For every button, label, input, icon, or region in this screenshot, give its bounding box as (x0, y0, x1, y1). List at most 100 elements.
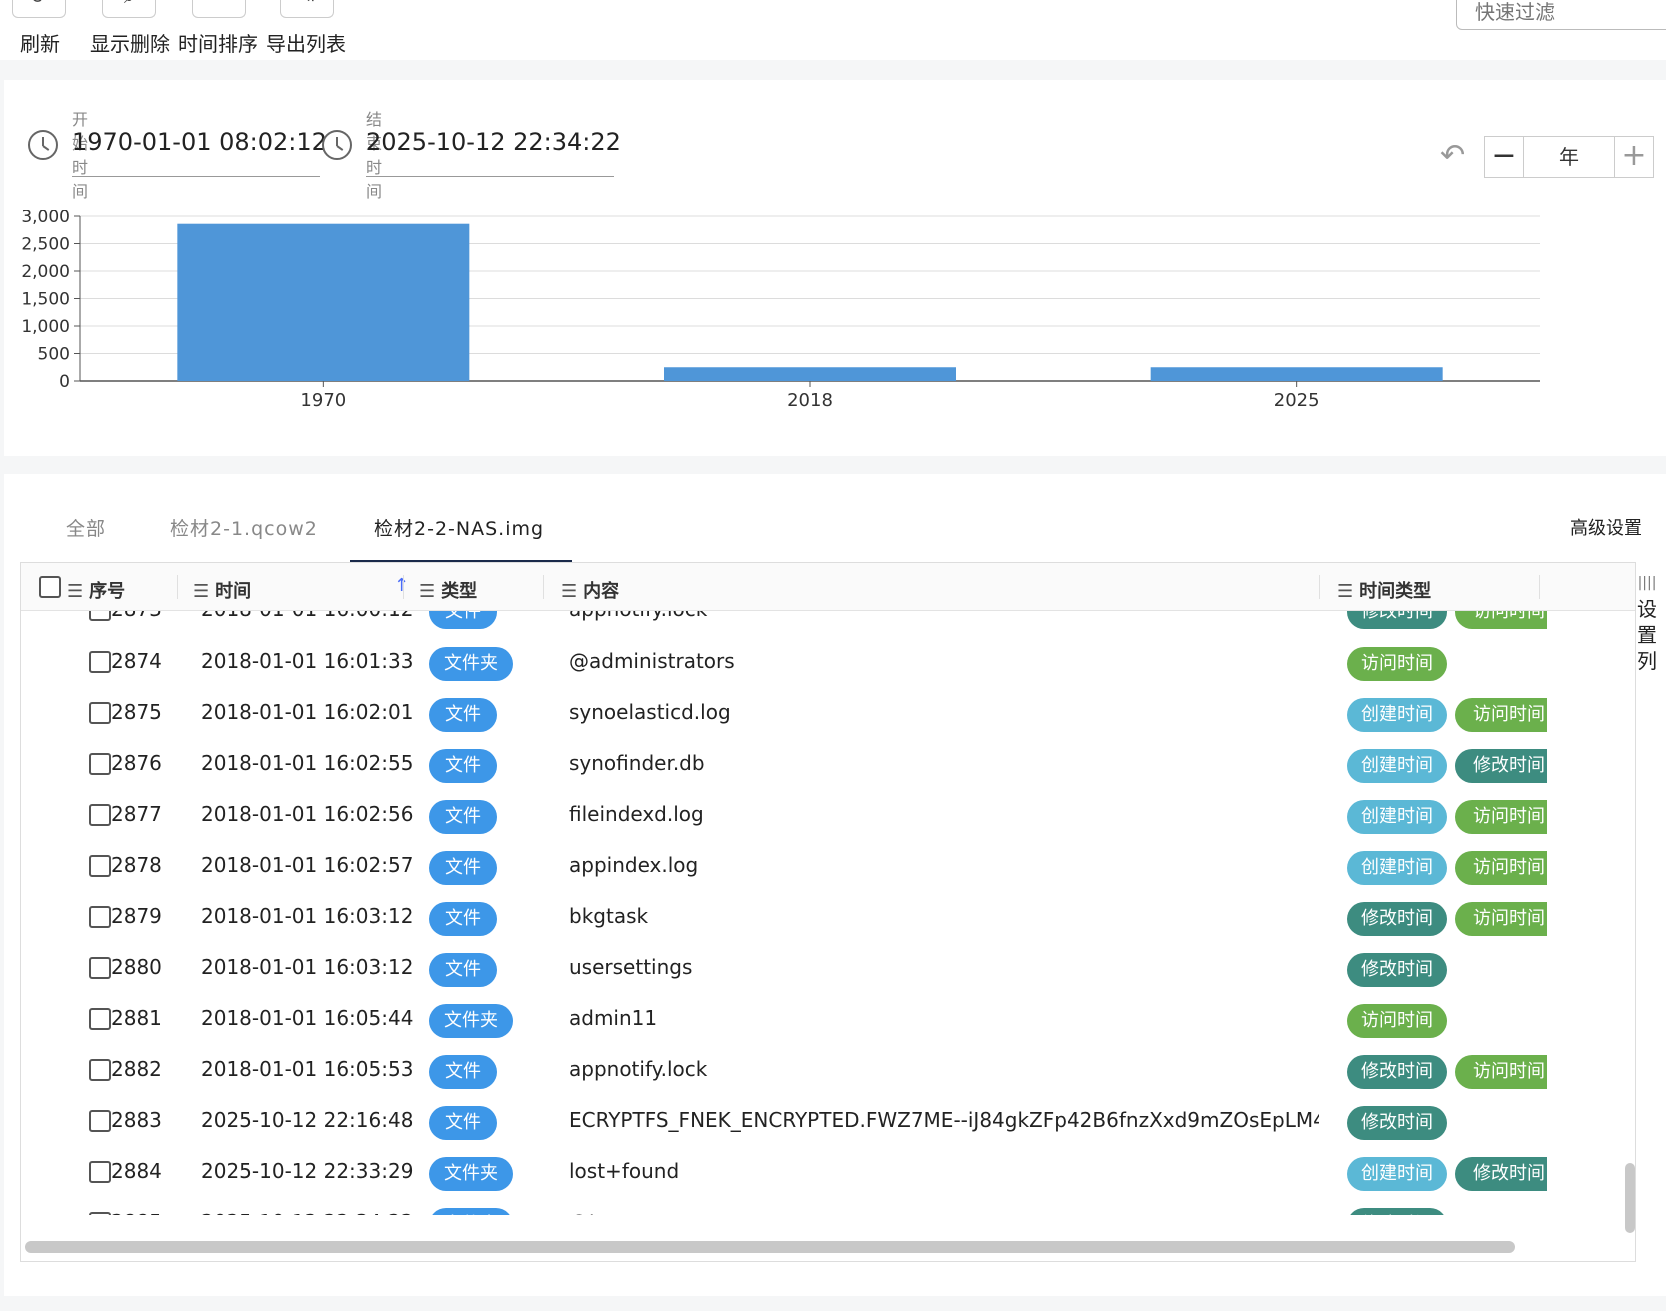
cell-index: 2885 (111, 1210, 162, 1215)
time-type-badge: 修改时间 (1347, 902, 1447, 936)
results-table: ☰序号 ☰时间 ↑ ☰类型 ☰内容 ☰时间类型 2873 2018-01-01 1… (20, 562, 1636, 1262)
columns-icon: |||| (1637, 575, 1657, 591)
row-checkbox[interactable] (89, 1008, 111, 1030)
row-checkbox[interactable] (89, 906, 111, 928)
horizontal-scrollbar[interactable] (25, 1241, 1515, 1253)
end-time-underline (366, 176, 614, 177)
cell-content: appnotify.lock (569, 1057, 708, 1081)
cell-content: admin11 (569, 1006, 658, 1030)
time-type-badge: 访问时间 (1347, 647, 1447, 681)
col-index[interactable]: ☰ 序号 (67, 577, 125, 603)
table-row[interactable]: 2876 2018-01-01 16:02:55 文件 synofinder.db 创建… (25, 737, 1621, 791)
col-time[interactable]: ☰ 时间 (193, 577, 251, 603)
row-checkbox[interactable] (89, 753, 111, 775)
time-type-badge: 修改时间 (1347, 953, 1447, 987)
type-badge: 文件 (429, 749, 497, 783)
time-type-badge: 修改时间 (1347, 1055, 1447, 1089)
table-row[interactable]: 2874 2018-01-01 16:01:33 文件夹 @administrator… (25, 635, 1621, 689)
type-badge: 文件 (429, 851, 497, 885)
table-row[interactable]: 2880 2018-01-01 16:03:12 文件 usersettings 修改时… (25, 941, 1621, 995)
cell-content: synofinder.db (569, 751, 705, 775)
column-menu-icon: ☰ (67, 581, 84, 602)
cell-content: lost+found (569, 1159, 680, 1183)
table-row[interactable]: 2873 2018-01-01 16:00:12 文件 appnotify.lock 修… (25, 611, 1621, 637)
table-row[interactable]: 2878 2018-01-01 16:02:57 文件 appindex.log 创建时… (25, 839, 1621, 893)
column-settings-button[interactable]: |||| 设 置 列 (1632, 570, 1662, 674)
bar-2025 (1150, 367, 1443, 381)
quick-filter-input[interactable] (1456, 0, 1666, 30)
row-checkbox[interactable] (89, 855, 111, 877)
zoom-control: − 年 + (1484, 136, 1654, 178)
table-row[interactable]: 2885 2025-10-12 22:34:22 文件夹 @tmp 修改时间 (25, 1196, 1621, 1215)
table-row[interactable]: 2879 2018-01-01 16:03:12 文件 bkgtask 修改时间 访问时间 (25, 890, 1621, 944)
tab-qcow2[interactable]: 检材2-1.qcow2 (170, 514, 318, 541)
zoom-in-button[interactable]: + (1614, 136, 1654, 178)
row-checkbox[interactable] (89, 651, 111, 673)
row-checkbox[interactable] (89, 804, 111, 826)
y-tick-label: 1,500 (21, 290, 70, 310)
type-badge: 文件夹 (429, 1004, 513, 1038)
row-checkbox[interactable] (89, 1110, 111, 1132)
row-checkbox[interactable] (89, 1059, 111, 1081)
cell-time: 2018-01-01 16:02:56 (201, 802, 414, 826)
table-row[interactable]: 2883 2025-10-12 22:16:48 文件 ECRYPTFS_FNEK_E… (25, 1094, 1621, 1148)
column-divider[interactable] (543, 575, 544, 599)
cell-index: 2873 (111, 611, 162, 621)
cell-content: synoelasticd.log (569, 700, 731, 724)
cell-index: 2884 (111, 1159, 162, 1183)
start-time-value[interactable]: 1970-01-01 08:02:12 (72, 128, 327, 156)
table-row[interactable]: 2875 2018-01-01 16:02:01 文件 synoelasticd.lo… (25, 686, 1621, 740)
col-type[interactable]: ☰ 类型 (419, 577, 477, 603)
cell-index: 2877 (111, 802, 162, 826)
row-checkbox[interactable] (89, 1212, 111, 1215)
row-checkbox[interactable] (89, 611, 111, 621)
tab-nas-img[interactable]: 检材2-2-NAS.img (374, 514, 544, 541)
end-time-value[interactable]: 2025-10-12 22:34:22 (366, 128, 621, 156)
cell-index: 2880 (111, 955, 162, 979)
zoom-out-button[interactable]: − (1484, 136, 1524, 178)
cell-content: appindex.log (569, 853, 699, 877)
time-type-badge: 访问时间 (1455, 851, 1547, 885)
cell-time: 2018-01-01 16:02:55 (201, 751, 414, 775)
col-content[interactable]: ☰ 内容 (561, 577, 619, 603)
row-checkbox[interactable] (89, 957, 111, 979)
cell-time: 2018-01-01 16:05:44 (201, 1006, 414, 1030)
show-deleted-label: 显示删除 (90, 32, 170, 56)
column-divider[interactable] (403, 575, 404, 599)
cell-content: fileindexd.log (569, 802, 704, 826)
cell-index: 2878 (111, 853, 162, 877)
row-checkbox[interactable] (89, 1161, 111, 1183)
table-row[interactable]: 2881 2018-01-01 16:05:44 文件夹 admin11 访问时间 (25, 992, 1621, 1046)
time-type-badge: 修改时间 (1455, 749, 1547, 783)
clock-icon (322, 130, 352, 160)
timeline-bar-chart: 0 500 1,000 1,500 2,000 2,500 3,000 1970 2018 202… (21, 210, 1540, 411)
type-badge: 文件 (429, 611, 497, 629)
time-type-badge: 创建时间 (1347, 851, 1447, 885)
select-all-checkbox[interactable] (39, 576, 61, 598)
cell-time: 2018-01-01 16:05:53 (201, 1057, 414, 1081)
time-type-badge: 访问时间 (1455, 1055, 1547, 1089)
column-divider[interactable] (1539, 575, 1540, 599)
time-type-badge: 修改时间 (1347, 1208, 1447, 1215)
table-row[interactable]: 2884 2025-10-12 22:33:29 文件夹 lost+found 创建时间… (25, 1145, 1621, 1199)
vertical-scrollbar[interactable] (1625, 1163, 1635, 1233)
y-tick-label: 500 (38, 345, 70, 365)
sort-ascending-icon[interactable]: ↑ (394, 575, 409, 596)
advanced-settings-button[interactable]: 高级设置 (1570, 514, 1642, 540)
row-checkbox[interactable] (89, 702, 111, 724)
column-divider[interactable] (177, 575, 178, 599)
table-row[interactable]: 2882 2018-01-01 16:05:53 文件 appnotify.lock 修… (25, 1043, 1621, 1097)
y-tick-label: 2,000 (21, 262, 70, 282)
col-timetype[interactable]: ☰ 时间类型 (1337, 577, 1431, 603)
time-type-badge: 访问时间 (1455, 698, 1547, 732)
undo-icon[interactable]: ↶ (1440, 138, 1465, 173)
export-list-label: 导出列表 (266, 32, 346, 56)
table-row[interactable]: 2877 2018-01-01 16:02:56 文件 fileindexd.log 创… (25, 788, 1621, 842)
cell-time: 2018-01-01 16:02:01 (201, 700, 414, 724)
time-type-badge: 创建时间 (1347, 749, 1447, 783)
time-type-badge: 创建时间 (1347, 1157, 1447, 1191)
tab-all[interactable]: 全部 (66, 514, 106, 541)
cell-index: 2883 (111, 1108, 162, 1132)
time-type-badge: 修改时间 (1455, 1157, 1547, 1191)
column-divider[interactable] (1319, 575, 1320, 599)
